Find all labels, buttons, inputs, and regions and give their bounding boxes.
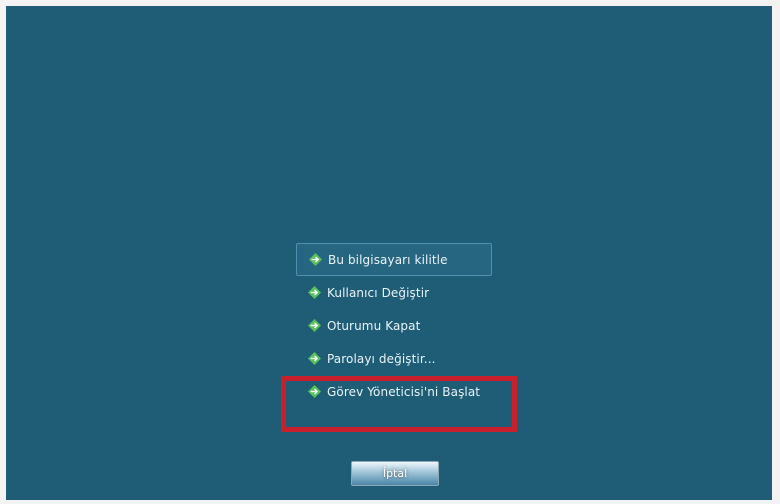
menu-item-label: Bu bilgisayarı kilitle — [328, 252, 448, 267]
arrow-right-icon — [307, 285, 322, 300]
menu-item-lock-computer[interactable]: Bu bilgisayarı kilitle — [296, 243, 492, 276]
arrow-right-icon — [307, 318, 322, 333]
menu-item-change-password[interactable]: Parolayı değiştir... — [296, 342, 492, 375]
menu-item-label: Kullanıcı Değiştir — [327, 285, 430, 300]
menu-item-log-off[interactable]: Oturumu Kapat — [296, 309, 492, 342]
arrow-right-icon — [307, 351, 322, 366]
menu-item-label: Oturumu Kapat — [327, 318, 421, 333]
menu-item-switch-user[interactable]: Kullanıcı Değiştir — [296, 276, 492, 309]
menu-item-label: Parolayı değiştir... — [327, 351, 436, 366]
security-options-screen: Bu bilgisayarı kilitle Kullanıcı Değişti… — [6, 6, 772, 500]
arrow-right-icon — [308, 252, 323, 267]
highlight-annotation-box — [281, 376, 517, 432]
cancel-button[interactable]: İptal — [351, 461, 439, 486]
